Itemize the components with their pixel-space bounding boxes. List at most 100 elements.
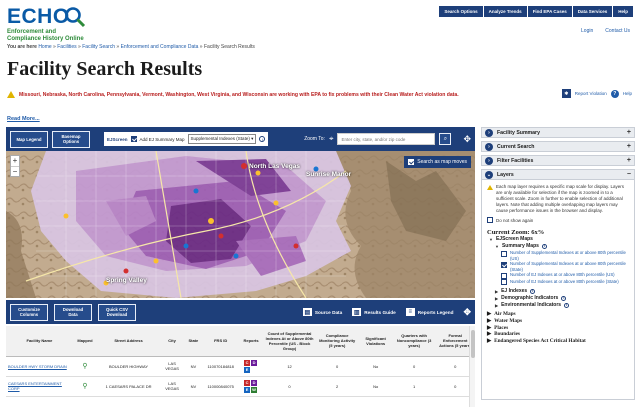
search-as-map-moves-toggle[interactable]: Search as map moves: [404, 156, 471, 168]
map-pin-icon[interactable]: ⚲: [82, 383, 87, 390]
help-icon[interactable]: ?: [610, 89, 619, 98]
read-more-link[interactable]: Read More...: [7, 116, 40, 122]
zoom-to-location-input[interactable]: [337, 133, 436, 145]
top-navigation: Search Options Analyze Trends Find EPA C…: [439, 6, 633, 17]
download-data-button[interactable]: Download Data: [54, 303, 92, 321]
info-icon[interactable]: i: [530, 289, 536, 294]
report-icons: CDE: [244, 359, 258, 373]
col-significant-violations[interactable]: Significant Violations: [358, 326, 393, 357]
report-violation-link[interactable]: Report Violation: [575, 91, 607, 96]
col-frs-id[interactable]: FRS ID: [202, 326, 239, 357]
summary-option-checkbox[interactable]: [501, 272, 507, 279]
report-violation-icon[interactable]: ✱: [561, 89, 571, 98]
nav-data-services[interactable]: Data Services: [572, 6, 613, 17]
mapped-cell[interactable]: ⚲: [72, 376, 98, 397]
echo-logo[interactable]: ECHO Enforcement and Compliance History …: [7, 5, 117, 44]
dont-show-again[interactable]: Do not show again: [487, 217, 629, 223]
col-compliance-monitoring[interactable]: Compliance Monitoring Activity (5 years): [315, 326, 359, 357]
breadcrumb-facilities[interactable]: Facilities: [57, 44, 76, 50]
facility-name-link[interactable]: CAESARS ENTERTAINMENT CORP: [6, 376, 73, 397]
street-address-cell: 1 CAESARS PALACE DR: [97, 376, 160, 397]
zoom-out-button[interactable]: −: [11, 166, 19, 176]
water-maps-node[interactable]: ▶ Water Maps: [487, 318, 629, 325]
col-city[interactable]: City: [159, 326, 185, 357]
layers-accordion[interactable]: ⌄ Layers −: [481, 169, 635, 180]
breadcrumb-enforcement-data[interactable]: Enforcement and Compliance Data: [121, 44, 199, 50]
summary-option[interactable]: Number of EJ Indexes at or above 80th pe…: [501, 278, 629, 285]
info-icon[interactable]: i: [561, 296, 567, 301]
customize-columns-button[interactable]: Customize Columns: [10, 303, 48, 321]
facility-summary-accordion[interactable]: › Facility Summary +: [481, 127, 635, 138]
map-pin-icon[interactable]: ⚲: [82, 363, 87, 370]
info-icon[interactable]: i: [564, 303, 570, 308]
places-node[interactable]: ▶ Places: [487, 325, 629, 332]
boundaries-node[interactable]: ▶ Boundaries: [487, 331, 629, 338]
reports-legend-link[interactable]: ≡ Reports Legend: [405, 308, 453, 316]
nav-search-options[interactable]: Search Options: [439, 6, 483, 17]
search-as-map-moves-checkbox[interactable]: [408, 159, 415, 165]
mapped-cell[interactable]: ⚲: [72, 356, 98, 377]
current-search-accordion[interactable]: › Current Search +: [481, 141, 635, 152]
summary-option[interactable]: Number of Supplemental Indexes at or abo…: [501, 261, 629, 272]
street-address-cell: BOULDER HIGHWAY: [97, 356, 160, 377]
quick-csv-download-button[interactable]: Quick CSV Download: [98, 303, 136, 321]
ej-indexes-node[interactable]: ▶ EJ Indexes i: [495, 288, 629, 295]
col-mapped[interactable]: Mapped: [72, 326, 98, 357]
expand-table-icon[interactable]: ✥: [463, 307, 471, 318]
basemap-options-button[interactable]: Basemap Options: [52, 130, 90, 148]
breadcrumb-home[interactable]: Home: [38, 44, 51, 50]
table-row: CAESARS ENTERTAINMENT CORP ⚲ 1 CAESARS P…: [6, 376, 475, 397]
info-icon[interactable]: i: [541, 244, 547, 249]
col-supplemental-indexes[interactable]: Count of Supplemental Indexes At or Abov…: [263, 326, 316, 357]
summary-option-checkbox[interactable]: [501, 261, 507, 268]
col-street-address[interactable]: Street Address: [97, 326, 160, 357]
expand-move-icon[interactable]: ✥: [463, 134, 471, 145]
login-link[interactable]: Login: [581, 28, 593, 34]
nav-help[interactable]: Help: [613, 6, 633, 17]
filter-facilities-accordion[interactable]: › Filter Facilities +: [481, 155, 635, 166]
nav-analyze-trends[interactable]: Analyze Trends: [483, 6, 527, 17]
ej-info-icon[interactable]: i: [259, 136, 266, 142]
summary-option-label: Number of EJ Indexes at or above 80th pe…: [510, 278, 619, 284]
environmental-indicators-node[interactable]: ▶ Environmental Indicators i: [495, 302, 629, 309]
help-link[interactable]: Help: [623, 91, 632, 96]
breadcrumb-facility-search[interactable]: Facility Search: [82, 44, 115, 50]
table-scrollbar-thumb[interactable]: [471, 330, 475, 358]
dont-show-again-checkbox[interactable]: [487, 217, 493, 223]
results-guide-link[interactable]: ▥ Results Guide: [352, 308, 396, 316]
ejscreen-maps-node[interactable]: ▼ EJScreen Maps: [489, 236, 629, 243]
layers-panel: Each map layer requires a specific map s…: [481, 180, 635, 400]
summary-maps-node[interactable]: ▼ Summary Maps i: [495, 243, 629, 250]
demographic-indicators-node[interactable]: ▶ Demographic Indicators i: [495, 295, 629, 302]
table-scrollbar[interactable]: [469, 326, 475, 407]
ej-report-icon[interactable]: E: [244, 366, 251, 373]
caa-report-icon[interactable]: C: [244, 379, 251, 386]
summary-option[interactable]: Number of Supplemental Indexes at or abo…: [501, 250, 629, 261]
zoom-in-button[interactable]: +: [11, 156, 19, 166]
ej-report-icon[interactable]: E: [244, 386, 251, 393]
detailed-report-icon[interactable]: D: [251, 359, 258, 366]
source-data-link[interactable]: ▤ Source Data: [302, 308, 342, 316]
facility-map[interactable]: + − Search as map moves North Las Vegas …: [6, 151, 475, 298]
critical-habitat-node[interactable]: ▶ Endangered Species Act Critical Habitat: [487, 338, 629, 345]
nav-find-epa-cases[interactable]: Find EPA Cases: [527, 6, 572, 17]
col-facility-name[interactable]: Facility Name: [6, 326, 73, 357]
summary-option-checkbox[interactable]: [501, 279, 507, 285]
zoom-search-button[interactable]: ⌕: [439, 133, 452, 145]
detailed-report-icon[interactable]: D: [251, 379, 258, 386]
map-legend-button[interactable]: Map Legend: [10, 130, 48, 148]
ej-summary-map-checkbox[interactable]: [130, 136, 137, 142]
col-state[interactable]: State: [184, 326, 203, 357]
locate-crosshair-icon[interactable]: ⌖: [329, 134, 334, 144]
water-maps-label: Water Maps: [494, 317, 523, 324]
results-toolbar: Customize Columns Download Data Quick CS…: [6, 300, 475, 324]
col-quarters-noncompliance[interactable]: Quarters with Noncompliance (3 years): [392, 326, 436, 357]
water-report-icon[interactable]: W: [251, 386, 258, 393]
facility-name-link[interactable]: BOULDER HWY STORM DRAIN: [6, 356, 73, 377]
caa-report-icon[interactable]: C: [244, 359, 251, 366]
air-maps-node[interactable]: ▶ Air Maps: [487, 311, 629, 318]
ej-index-select[interactable]: Supplemental Indexes (State) ▾: [187, 134, 257, 144]
contact-us-link[interactable]: Contact Us: [605, 28, 630, 34]
col-reports[interactable]: Reports: [238, 326, 264, 357]
summary-option-checkbox[interactable]: [501, 250, 507, 257]
